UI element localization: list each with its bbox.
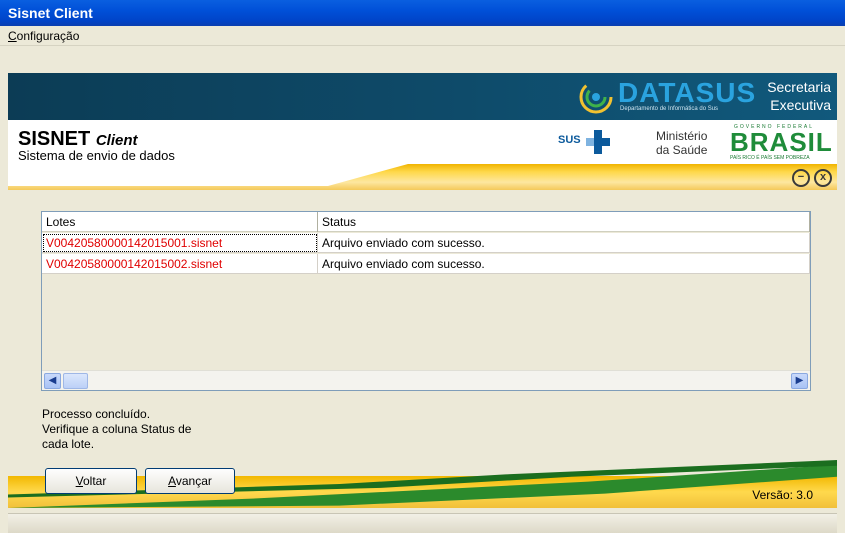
horizontal-scrollbar[interactable]: ◀ ▶ <box>42 370 810 390</box>
sus-logo-text: SUS <box>558 134 581 146</box>
voltar-button[interactable]: Voltar <box>45 468 137 494</box>
menu-configuracao-label: onfiguração <box>16 29 80 43</box>
secretaria-executiva: Secretaria Executiva <box>711 78 831 114</box>
title-bar: Sisnet Client <box>0 0 845 26</box>
lote-cell: V00420580000142015002.sisnet <box>42 254 318 274</box>
ministerio-saude: Ministério da Saúde <box>656 129 707 157</box>
close-icon[interactable]: x <box>814 169 832 187</box>
lote-cell: V00420580000142015001.sisnet <box>42 233 318 253</box>
brasil-slogan: PAÍS RICO É PAÍS SEM POBREZA <box>730 155 810 161</box>
column-header-lotes[interactable]: Lotes <box>42 212 318 232</box>
message-line-2: Verifique a coluna Status de <box>42 422 192 436</box>
scroll-thumb[interactable] <box>63 373 88 389</box>
status-bar <box>8 513 837 533</box>
lotes-listview[interactable]: Lotes Status V00420580000142015001.sisne… <box>41 211 811 391</box>
status-message: Processo concluído. Verifique a coluna S… <box>42 407 191 452</box>
table-row[interactable]: V00420580000142015001.sisnet Arquivo env… <box>42 233 810 253</box>
scroll-right-icon[interactable]: ▶ <box>791 373 808 389</box>
version-label: Versão: 3.0 <box>752 488 813 502</box>
datasus-subtitle: Departamento de Informática do Sus <box>620 106 719 112</box>
voltar-mnemonic: V <box>75 474 83 488</box>
status-cell: Arquivo enviado com sucesso. <box>318 233 810 253</box>
scroll-left-icon[interactable]: ◀ <box>44 373 61 389</box>
executiva-label: Executiva <box>770 97 831 113</box>
ministerio-label: Ministério <box>656 129 708 143</box>
minimize-icon[interactable]: − <box>792 169 810 187</box>
app-name: SISNET <box>18 128 91 150</box>
sus-cross-icon <box>586 130 610 154</box>
menu-configuracao-mnemonic: C <box>8 29 17 43</box>
message-line-3: cada lote. <box>42 437 95 451</box>
window-title: Sisnet Client <box>8 5 93 21</box>
avancar-mnemonic: A <box>168 474 176 488</box>
secretaria-label: Secretaria <box>767 79 831 95</box>
app-header: SISNET Client Sistema de envio de dados … <box>8 120 837 164</box>
listview-header: Lotes Status <box>42 212 810 232</box>
message-line-1: Processo concluído. <box>42 407 151 421</box>
status-cell: Arquivo enviado com sucesso. <box>318 254 810 274</box>
avancar-button[interactable]: Avançar <box>145 468 235 494</box>
saude-label: da Saúde <box>656 143 708 157</box>
datasus-swirl-icon <box>579 80 613 114</box>
menu-configuracao[interactable]: Configuração <box>8 29 79 43</box>
column-header-status[interactable]: Status <box>318 212 810 232</box>
avancar-label: vançar <box>175 474 212 488</box>
datasus-banner: DATASUS Departamento de Informática do S… <box>8 73 837 120</box>
table-row[interactable]: V00420580000142015002.sisnet Arquivo env… <box>42 254 810 274</box>
brasil-logo: BRASIL <box>730 127 833 157</box>
app-client: Client <box>95 132 138 149</box>
menu-bar: Configuração <box>0 26 845 46</box>
voltar-label: oltar <box>83 474 107 488</box>
app-subtitle: Sistema de envio de dados <box>18 148 175 163</box>
